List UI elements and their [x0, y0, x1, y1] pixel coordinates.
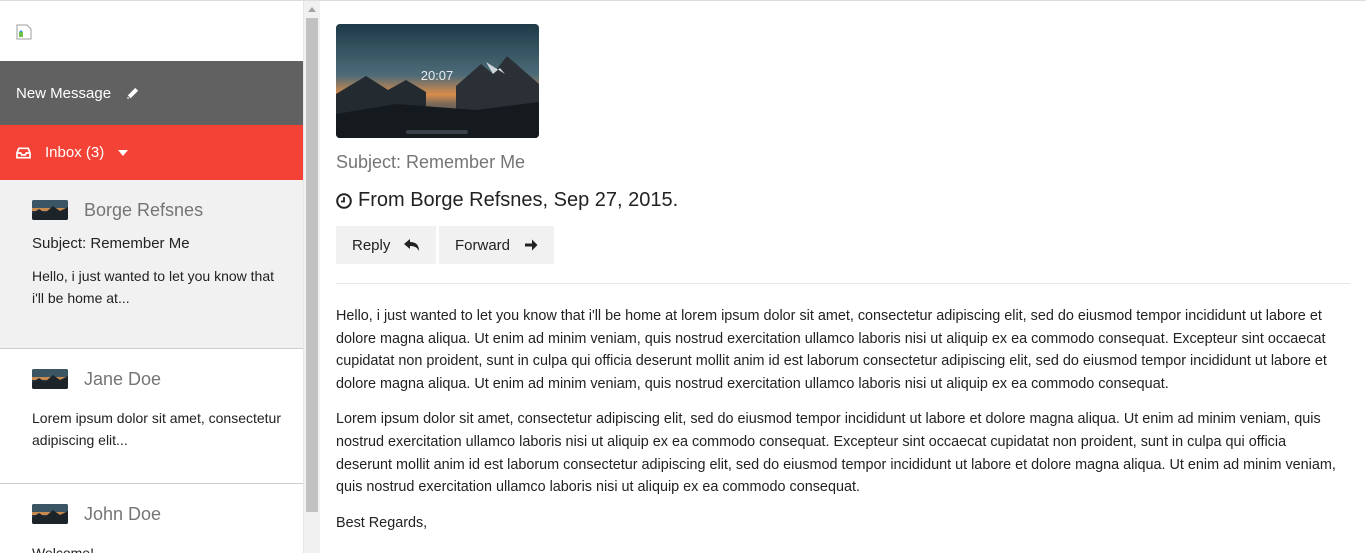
sidebar-scrollbar[interactable] — [303, 1, 320, 553]
from-text: From Borge Refsnes, Sep 27, 2015. — [358, 189, 679, 211]
signoff: Best Regards, — [336, 514, 428, 531]
message-from-line: From Borge Refsnes, Sep 27, 2015. — [336, 189, 678, 212]
hero-clock: 20:07 — [421, 68, 454, 83]
sender-name: John Doe — [84, 503, 162, 524]
forward-button[interactable]: Forward — [439, 226, 555, 264]
new-message-label: New Message — [16, 84, 112, 102]
message-item-borge-refsnes[interactable]: Borge Refsnes Subject: Remember Me Hello… — [0, 180, 303, 349]
arrow-right-icon — [524, 238, 538, 252]
mail-app: New Message Inbox (3) Borge Refsnes Subj… — [0, 0, 1366, 553]
caret-down-icon — [118, 149, 129, 156]
message-subject: Subject: Remember Me — [32, 235, 190, 252]
scrollbar-thumb[interactable] — [306, 18, 318, 512]
sender-avatar — [32, 200, 68, 220]
new-message-button[interactable]: New Message — [0, 61, 303, 125]
sidebar: New Message Inbox (3) Borge Refsnes Subj… — [0, 1, 303, 553]
message-item-jane-doe[interactable]: Jane Doe Lorem ipsum dolor sit amet, con… — [0, 349, 303, 484]
reply-button[interactable]: Reply — [336, 226, 437, 264]
sender-name: Borge Refsnes — [84, 199, 204, 220]
message-subject-heading: Subject: Remember Me — [336, 152, 526, 172]
sender-name: Jane Doe — [84, 368, 162, 389]
sender-avatar — [32, 504, 68, 524]
broken-image-icon[interactable] — [16, 24, 32, 40]
body-paragraph: Lorem ipsum dolor sit amet, consectetur … — [336, 411, 1336, 496]
inbox-label: Inbox (3) — [45, 144, 105, 161]
inbox-tray-icon — [16, 146, 31, 159]
reply-arrow-icon — [404, 238, 420, 252]
message-preview: Lorem ipsum dolor sit amet, consectetur … — [32, 410, 281, 448]
body-paragraph: Hello, i just wanted to let you know tha… — [336, 308, 1327, 392]
divider — [336, 283, 1350, 284]
scroll-up-arrow-icon[interactable] — [308, 7, 316, 12]
pencil-icon — [125, 86, 140, 101]
sender-avatar — [32, 369, 68, 389]
inbox-toggle[interactable]: Inbox (3) — [0, 125, 303, 180]
clock-icon — [336, 192, 352, 209]
message-preview: Hello, i just wanted to let you know tha… — [32, 268, 275, 306]
message-body: Hello, i just wanted to let you know tha… — [336, 305, 1342, 547]
forward-label: Forward — [455, 236, 511, 254]
message-item-john-doe[interactable]: John Doe Welcome! — [0, 484, 303, 553]
reply-label: Reply — [352, 236, 391, 254]
message-image: 20:07 — [336, 24, 539, 138]
message-preview: Welcome! — [32, 545, 94, 553]
message-view: 20:07 Subject: Remember Me From Borge Re… — [336, 1, 1350, 553]
